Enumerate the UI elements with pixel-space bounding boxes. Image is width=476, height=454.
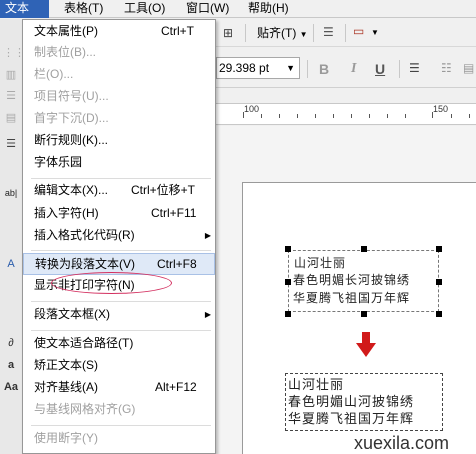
menu-bar: 文本(X) 表格(T) 工具(O) 窗口(W) 帮助(H) [0, 0, 476, 32]
grid-icon[interactable]: ⊞ [223, 25, 233, 41]
menu-item-straighten-text[interactable]: 矫正文本(S) [23, 355, 215, 377]
menu-item-drop-cap[interactable]: 首字下沉(D)... [23, 108, 215, 130]
menu-separator [31, 301, 211, 302]
underline-button[interactable]: U [375, 61, 385, 77]
text-menu-dropdown: 文本属性(P) Ctrl+T 制表位(B)... 栏(O)... 项目符号(U).… [22, 19, 216, 454]
tab-stops-icon: ⋮⋮ [3, 47, 25, 59]
line-break-icon: ☰ [6, 138, 16, 150]
italic-button[interactable]: I [351, 61, 356, 77]
menu-item-tab-stops[interactable]: 制表位(B)... [23, 42, 215, 64]
menu-item-align-to-baseline-grid[interactable]: 与基线网格对齐(G) [23, 399, 215, 421]
selection-handle[interactable] [436, 246, 442, 252]
toolbar-divider [313, 24, 314, 42]
menu-separator [31, 330, 211, 331]
selection-handle[interactable] [285, 311, 291, 317]
paragraph-text-line: 华夏腾飞祖国万年辉 [288, 412, 415, 427]
launcher-icon[interactable]: ▭ [353, 23, 364, 39]
menu-separator [31, 250, 211, 251]
selection-handle[interactable] [361, 311, 367, 317]
selection-handle[interactable] [285, 246, 291, 252]
artistic-text-line: 华夏腾飞祖国万年辉 [293, 291, 411, 305]
watermark: xuexila.com [354, 433, 450, 453]
standard-toolbar: ⊞ 贴齐(T) ▼ ☰ ▭ ▼ [215, 19, 476, 47]
menu-item-insert-character[interactable]: 插入字符(H) Ctrl+F11 [23, 203, 215, 225]
menu-item-font-playground[interactable]: 字体乐园 [23, 152, 215, 174]
convert-text-icon: A [7, 258, 15, 270]
menu-text[interactable]: 文本(X) [0, 0, 49, 32]
menu-window[interactable]: 窗口(W) [181, 0, 243, 18]
bold-button[interactable]: B [319, 61, 329, 77]
menu-item-bullets[interactable]: 项目符号(U)... [23, 86, 215, 108]
bullets-icon: ☰ [6, 90, 16, 102]
artistic-text-line: 春色明媚长河披锦绣 [293, 273, 411, 287]
menu-help[interactable]: 帮助(H) [243, 0, 303, 18]
toolbar-divider [399, 60, 400, 78]
selection-handle[interactable] [285, 279, 291, 285]
menu-tools[interactable]: 工具(O) [119, 0, 181, 18]
submenu-arrow-icon: ▶ [204, 231, 211, 240]
paragraph-align-icon[interactable]: ☰ [409, 60, 420, 76]
artistic-text-line: 山河壮丽 [294, 256, 347, 270]
drop-cap-icon: ▤ [5, 112, 17, 124]
snap-button[interactable]: 贴齐(T) ▼ [257, 25, 308, 43]
menu-item-columns[interactable]: 栏(O)... [23, 64, 215, 86]
menu-item-edit-text[interactable]: 编辑文本(X)... Ctrl+位移+T [23, 180, 215, 202]
selection-handle[interactable] [361, 246, 367, 252]
menu-item-insert-formatting-code[interactable]: 插入格式化代码(R) ▶ [23, 225, 215, 247]
ruler-label: 100 [244, 104, 260, 114]
menu-item-align-baseline[interactable]: 对齐基线(A) Alt+F12 [23, 377, 215, 399]
font-size-value: 29.398 pt [219, 61, 270, 75]
menu-separator [31, 178, 211, 179]
horizontal-ruler: 100 150 [215, 103, 476, 125]
menu-table[interactable]: 表格(T) [59, 0, 119, 18]
menu-item-text-properties[interactable]: 文本属性(P) Ctrl+T [23, 21, 215, 43]
selection-handle[interactable] [436, 311, 442, 317]
straighten-text-icon: a [7, 359, 15, 371]
align-icon[interactable]: ☰ [323, 24, 334, 40]
columns-icon: ▥ [5, 69, 17, 81]
menu-item-use-hyphenation[interactable]: 使用断字(Y) [23, 428, 215, 450]
ruler-label: 150 [433, 104, 449, 114]
toolbar-divider [345, 24, 346, 42]
menu-item-paragraph-text-frame[interactable]: 段落文本框(X) ▶ [23, 304, 215, 326]
fit-text-to-path-icon: ∂ [8, 337, 14, 349]
edit-text-icon: ab| [4, 188, 18, 198]
menu-item-fit-text-to-path[interactable]: 使文本适合路径(T) [23, 333, 215, 355]
arrow-down-icon [356, 332, 376, 357]
annotation-ellipse [51, 272, 172, 294]
font-size-dropdown-icon[interactable]: ▼ [286, 58, 295, 78]
toolbar-divider [245, 24, 246, 42]
menu-item-line-break-rules[interactable]: 断行规则(K)... [23, 130, 215, 152]
submenu-arrow-icon: ▶ [204, 310, 211, 319]
toolbar-divider [307, 60, 308, 78]
align-baseline-icon: Aa [3, 381, 19, 393]
font-size-combo[interactable]: 29.398 pt ▼ [216, 57, 300, 79]
selection-handle[interactable] [436, 279, 442, 285]
property-bar: 29.398 pt ▼ B I U ☰ ☷ ▤ [215, 48, 476, 88]
drop-cap-icon[interactable]: ▤ [463, 60, 474, 76]
menu-separator [31, 425, 211, 426]
launcher-dropdown-icon[interactable]: ▼ [371, 25, 379, 41]
bullet-list-icon[interactable]: ☷ [441, 60, 452, 76]
